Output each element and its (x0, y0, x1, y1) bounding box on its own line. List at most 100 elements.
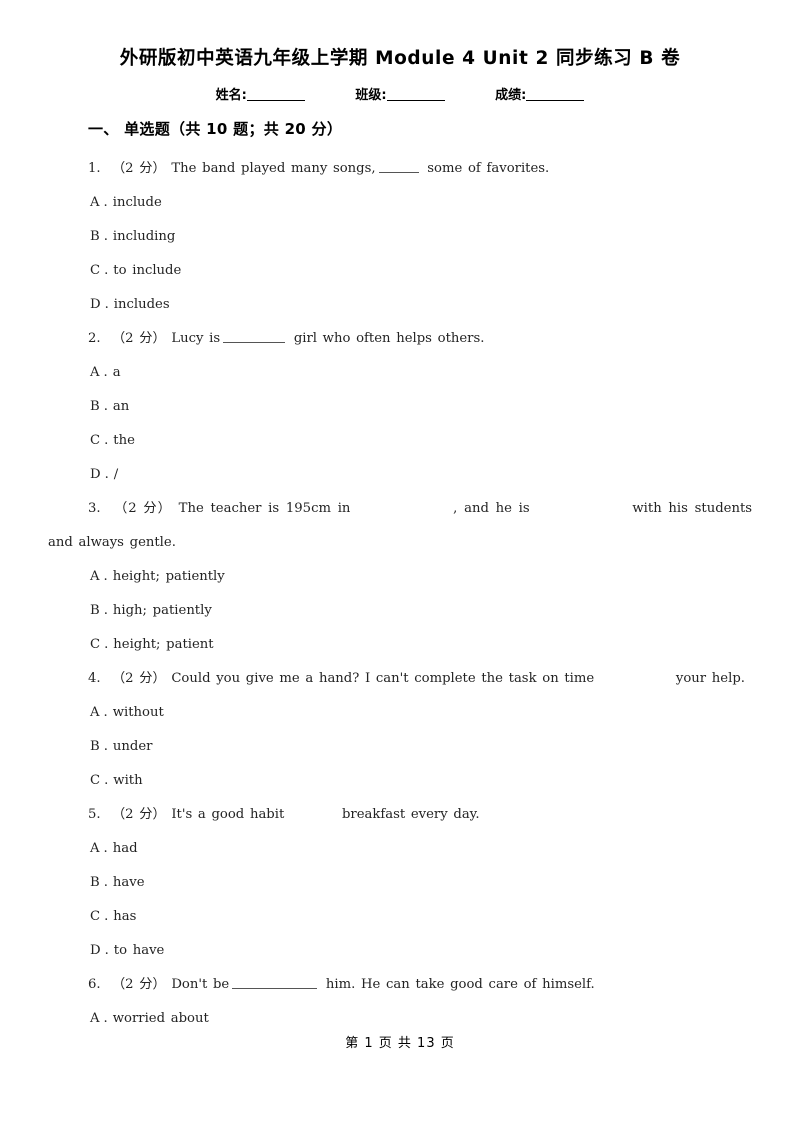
student-class-field: 班级: (355, 84, 445, 103)
question-text-run: The band played many songs, (171, 161, 376, 176)
option-row[interactable]: B. have (48, 866, 752, 900)
question-stem: 1. （2 分） The band played many songs, som… (48, 152, 752, 186)
question-block: 2. （2 分） Lucy is girl who often helps ot… (48, 322, 752, 492)
student-score-field: 成绩: (495, 84, 585, 103)
option-text: height; patient (113, 637, 214, 652)
question-number: 1. (88, 161, 101, 176)
option-separator: . (103, 365, 108, 380)
option-letter: C (90, 433, 101, 448)
answer-blank[interactable] (232, 976, 318, 989)
option-row[interactable]: A. had (48, 832, 752, 866)
option-separator: . (103, 1011, 108, 1026)
option-separator: . (103, 705, 108, 720)
option-separator: . (103, 399, 108, 414)
page-title: 外研版初中英语九年级上学期 Module 4 Unit 2 同步练习 B 卷 (119, 48, 681, 69)
question-block: 4. （2 分） Could you give me a hand? I can… (48, 662, 752, 798)
question-block: 5. （2 分） It's a good habit breakfast eve… (48, 798, 752, 968)
option-letter: A (90, 195, 100, 210)
question-text-run: It's a good habit (171, 807, 285, 822)
option-text: a (112, 365, 121, 380)
option-letter: C (90, 773, 101, 788)
question-text-run: Could you give me a hand? I can't comple… (171, 671, 595, 686)
option-text: to have (113, 943, 165, 958)
option-letter: B (90, 603, 100, 618)
option-letter: A (90, 1011, 100, 1026)
question-number: 6. (88, 977, 101, 992)
option-separator: . (104, 433, 109, 448)
question-score: （2 分） (111, 331, 166, 346)
option-letter: C (90, 637, 101, 652)
answer-blank[interactable] (223, 330, 286, 343)
option-letter: A (90, 365, 100, 380)
option-letter: B (90, 399, 100, 414)
option-row[interactable]: A. a (48, 356, 752, 390)
option-separator: . (104, 297, 109, 312)
question-score: （2 分） (114, 501, 172, 516)
question-score: （2 分） (111, 807, 166, 822)
student-class-label: 班级: (355, 88, 387, 103)
option-separator: . (103, 229, 108, 244)
option-row[interactable]: C. height; patient (48, 628, 752, 662)
option-row[interactable]: A. without (48, 696, 752, 730)
option-row[interactable]: D. to have (48, 934, 752, 968)
option-row[interactable]: B. an (48, 390, 752, 424)
option-text: has (113, 909, 137, 924)
student-score-blank[interactable] (526, 87, 585, 101)
option-text: / (113, 467, 119, 482)
question-block: 3. （2 分） The teacher is 195cm in , and h… (48, 492, 752, 662)
option-letter: B (90, 229, 100, 244)
option-text: with (113, 773, 143, 788)
student-name-label: 姓名: (215, 88, 247, 103)
option-row[interactable]: A. worried about (48, 1002, 752, 1036)
option-text: an (112, 399, 130, 414)
question-stem: 6. （2 分） Don't be him. He can take good … (48, 968, 752, 1002)
section-heading: 一、 单选题（共 10 题；共 20 分） (88, 120, 343, 138)
answer-blank[interactable] (378, 160, 419, 173)
student-info-line: 姓名: 班级: 成绩: (0, 84, 800, 103)
option-row[interactable]: B. under (48, 730, 752, 764)
option-separator: . (104, 637, 109, 652)
option-separator: . (103, 569, 108, 584)
question-list: 1. （2 分） The band played many songs, som… (48, 152, 752, 1036)
option-row[interactable]: C. with (48, 764, 752, 798)
option-text: the (113, 433, 135, 448)
option-row[interactable]: B. including (48, 220, 752, 254)
question-text-run: your help. (675, 671, 745, 686)
option-letter: B (90, 875, 100, 890)
option-text: under (112, 739, 153, 754)
option-text: include (112, 195, 162, 210)
option-row[interactable]: D. / (48, 458, 752, 492)
option-letter: D (90, 467, 101, 482)
option-row[interactable]: C. the (48, 424, 752, 458)
option-row[interactable]: A. include (48, 186, 752, 220)
option-row[interactable]: C. has (48, 900, 752, 934)
question-score: （2 分） (111, 161, 166, 176)
question-text-run: Lucy is (171, 331, 221, 346)
option-separator: . (103, 603, 108, 618)
question-text-run: him. He can take good care of himself. (325, 977, 595, 992)
option-text: worried about (112, 1011, 209, 1026)
option-separator: . (104, 909, 109, 924)
option-separator: . (104, 943, 109, 958)
question-score: （2 分） (111, 977, 166, 992)
option-text: including (112, 229, 176, 244)
question-text-run: some of favorites. (427, 161, 550, 176)
student-name-blank[interactable] (246, 87, 305, 101)
question-stem: 3. （2 分） The teacher is 195cm in , and h… (48, 492, 752, 560)
student-score-label: 成绩: (495, 88, 527, 103)
student-class-blank[interactable] (386, 87, 445, 101)
option-row[interactable]: A. height; patiently (48, 560, 752, 594)
option-text: have (112, 875, 145, 890)
option-row[interactable]: C. to include (48, 254, 752, 288)
option-separator: . (103, 875, 108, 890)
option-separator: . (104, 263, 109, 278)
question-block: 1. （2 分） The band played many songs, som… (48, 152, 752, 322)
option-row[interactable]: B. high; patiently (48, 594, 752, 628)
option-text: without (112, 705, 164, 720)
option-row[interactable]: D. includes (48, 288, 752, 322)
question-text-run: , and he is (453, 501, 530, 516)
question-number: 2. (88, 331, 101, 346)
question-stem: 4. （2 分） Could you give me a hand? I can… (48, 662, 752, 696)
student-name-field: 姓名: (216, 84, 305, 103)
question-block: 6. （2 分） Don't be him. He can take good … (48, 968, 752, 1036)
